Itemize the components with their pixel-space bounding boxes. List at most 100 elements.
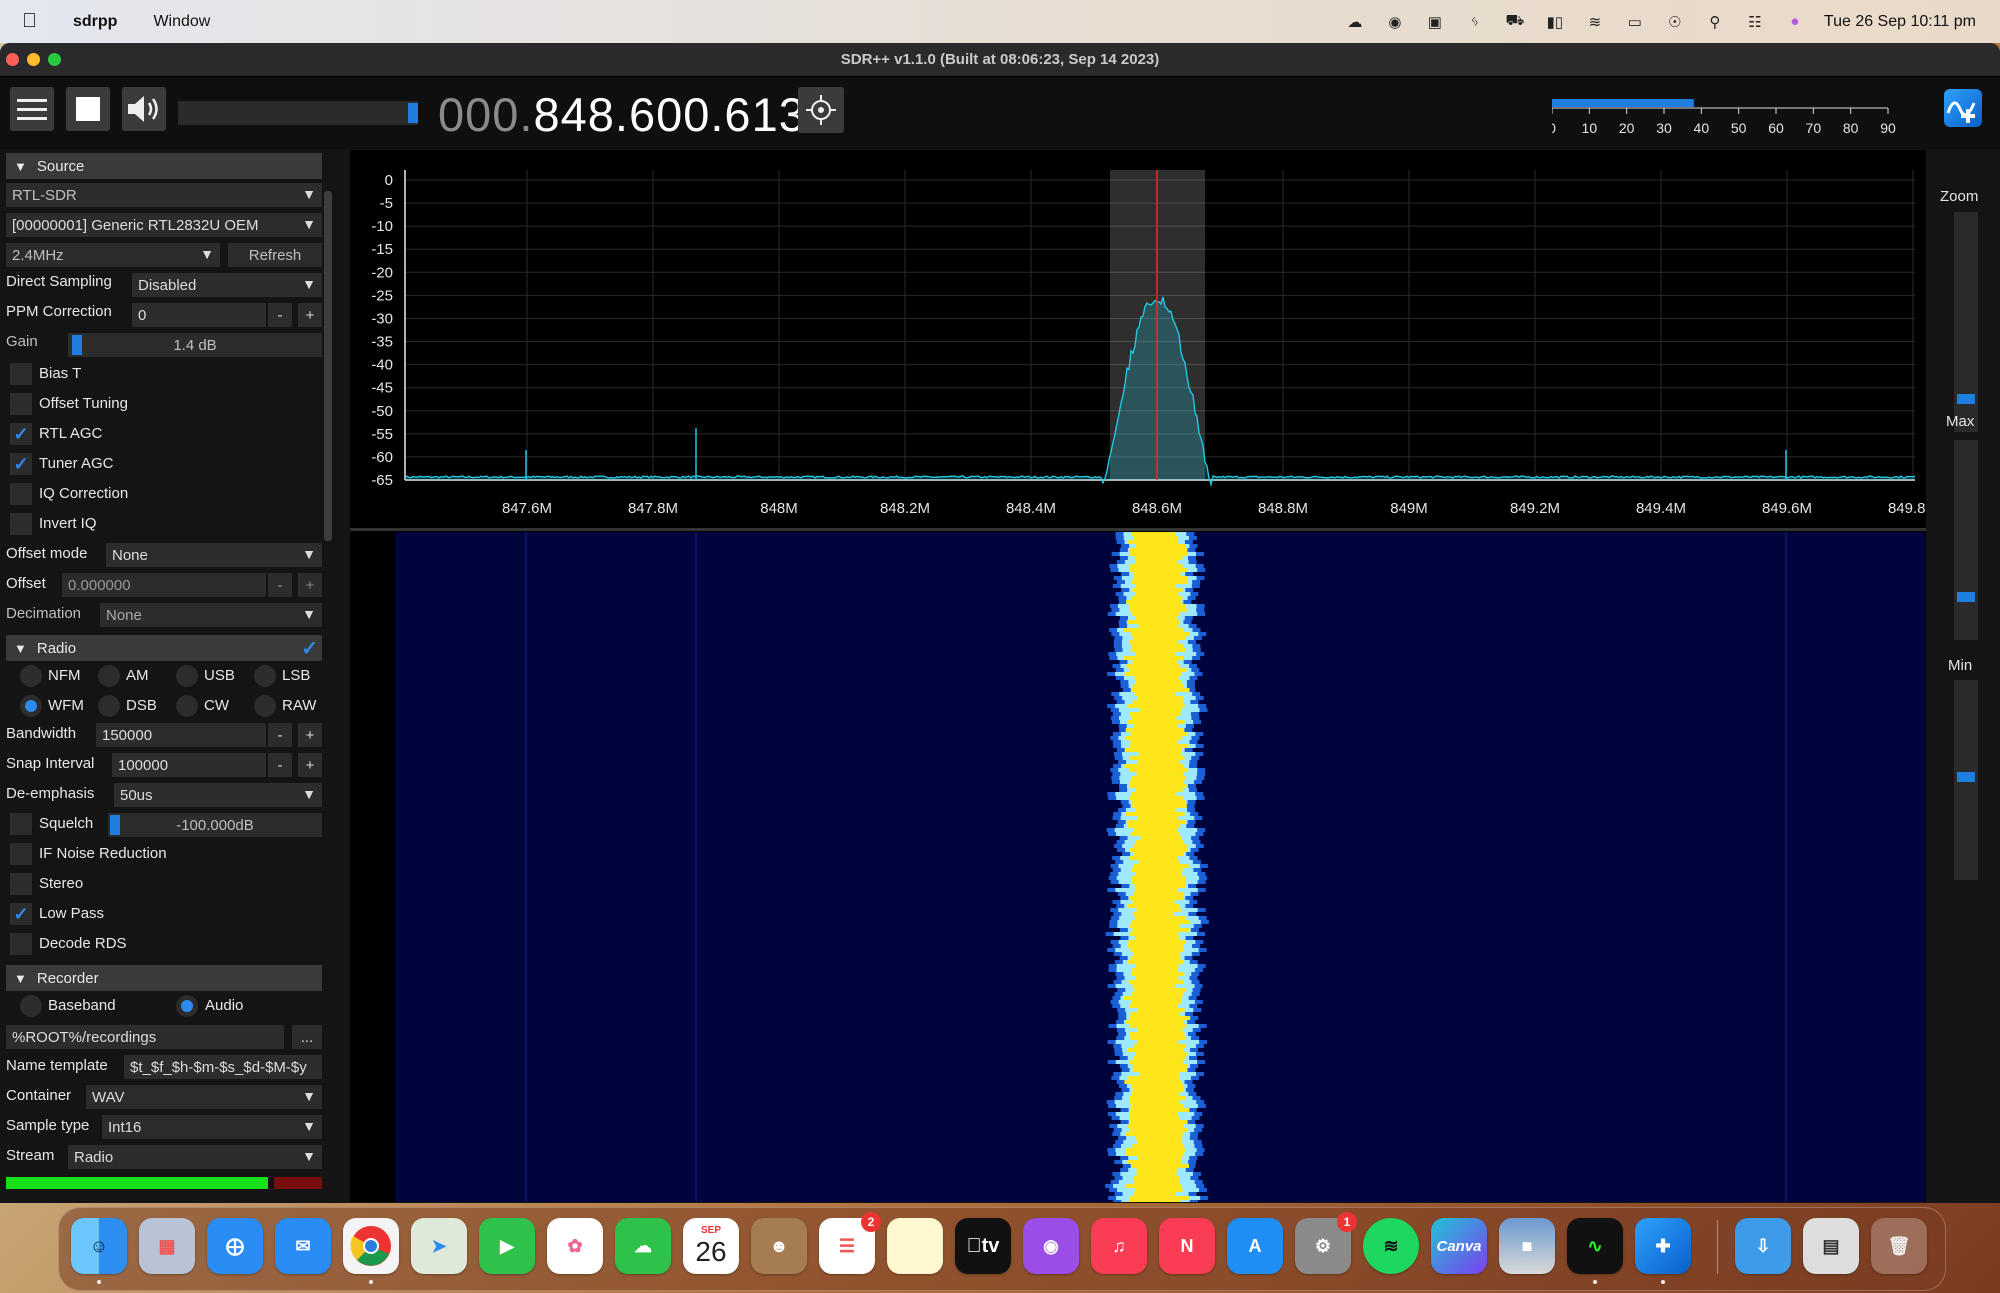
recording-path-input[interactable]: %ROOT%/recordings [6, 1025, 284, 1049]
zoom-slider[interactable] [1954, 212, 1978, 432]
downloads-folder-icon[interactable]: ⇩ [1735, 1218, 1791, 1274]
snap-decrement-button[interactable]: - [268, 753, 292, 777]
preview-icon[interactable]: ■ [1499, 1218, 1555, 1274]
samplerate-select[interactable]: 2.4MHz ▼ [6, 243, 220, 267]
source-section-header[interactable]: ▼ Source [6, 153, 322, 179]
container-select[interactable]: WAV ▼ [86, 1085, 322, 1109]
offset-tuning-checkbox[interactable] [10, 393, 32, 415]
center-tuning-button[interactable] [798, 87, 844, 133]
safari-icon[interactable]: ⨁ [207, 1218, 263, 1274]
facetime-icon[interactable]: ▶ [479, 1218, 535, 1274]
contacts-icon[interactable]: ☻ [751, 1218, 807, 1274]
creative-cloud-icon[interactable]: ☁ [1344, 13, 1366, 31]
screen-record-icon[interactable]: ▣ [1424, 13, 1446, 31]
activity-monitor-icon[interactable]: ∿ [1567, 1218, 1623, 1284]
bluetooth-icon[interactable]: ᛃ [1464, 13, 1486, 31]
grammarly-icon[interactable]: ◉ [1384, 13, 1406, 31]
bandwidth-decrement-button[interactable]: - [268, 723, 292, 747]
system-settings-icon[interactable]: ⚙ 1 [1295, 1212, 1357, 1274]
if-nr-checkbox[interactable] [10, 843, 32, 865]
stop-button[interactable] [66, 87, 110, 131]
gain-slider-knob[interactable] [72, 335, 82, 355]
frequency-display[interactable]: 000.848.600.613 [438, 87, 806, 142]
spectrum-display[interactable]: 0 -5 -10 -15 -20 -25 -30 -35 -40 -45 -50 -55 -60 -65 8… [350, 150, 1938, 1203]
apple-tv-icon[interactable]: tv [955, 1218, 1011, 1274]
mode-radio-lsb[interactable] [254, 665, 276, 687]
invert-iq-checkbox[interactable] [10, 513, 32, 535]
photos-icon[interactable]: ✿ [547, 1218, 603, 1274]
canva-icon[interactable]: Canva [1431, 1218, 1487, 1274]
menubar-clock[interactable]: Tue 26 Sep 10:11 pm [1824, 13, 1976, 31]
offset-input[interactable]: 0.000000 [62, 573, 266, 597]
window-titlebar[interactable]: SDR++ v1.1.0 (Built at 08:06:23, Sep 14 … [0, 43, 2000, 77]
name-template-input[interactable]: $t_$f_$h-$m-$s_$d-$M-$y [124, 1055, 322, 1079]
iq-correction-checkbox[interactable] [10, 483, 32, 505]
car-icon[interactable]: ⛟ [1504, 12, 1526, 31]
fft-waterfall-divider[interactable] [350, 528, 1926, 531]
device-select[interactable]: [00000001] Generic RTL2832U OEM ▼ [6, 213, 322, 237]
squelch-slider-knob[interactable] [110, 815, 120, 835]
mode-radio-raw[interactable] [254, 695, 276, 717]
reminders-icon[interactable]: ☰ 2 [819, 1212, 881, 1274]
stream-select[interactable]: Radio ▼ [68, 1145, 322, 1169]
chrome-icon[interactable] [343, 1218, 399, 1284]
mode-radio-dsb[interactable] [98, 695, 120, 717]
search-icon[interactable]: ⚲ [1704, 13, 1726, 31]
ppm-input[interactable]: 0 [132, 303, 266, 327]
mute-button[interactable] [122, 87, 166, 131]
mode-radio-cw[interactable] [176, 695, 198, 717]
sdrpp-dock-icon[interactable]: ✚ [1635, 1218, 1691, 1284]
podcasts-icon[interactable]: ◉ [1023, 1218, 1079, 1274]
snap-increment-button[interactable]: + [298, 753, 322, 777]
volume-slider[interactable] [178, 101, 418, 125]
zoom-button[interactable] [48, 53, 61, 66]
volume-slider-knob[interactable] [408, 103, 418, 123]
close-button[interactable] [6, 53, 19, 66]
radio-enabled-checkmark-icon[interactable]: ✓ [301, 636, 318, 661]
tuner-agc-checkbox[interactable]: ✓ [10, 453, 32, 475]
audio-radio[interactable] [176, 995, 198, 1017]
stereo-checkbox[interactable] [10, 873, 32, 895]
messages-icon[interactable]: ☁ [615, 1218, 671, 1274]
finder-icon[interactable]: ☺ [71, 1218, 127, 1284]
offset-increment-button[interactable]: + [298, 573, 322, 597]
gain-slider[interactable]: 1.4 dB [68, 333, 322, 357]
maps-icon[interactable]: ➤ [411, 1218, 467, 1274]
mode-radio-am[interactable] [98, 665, 120, 687]
app-menu[interactable]: sdrpp [73, 13, 117, 31]
min-slider[interactable] [1954, 680, 1978, 880]
notes-icon[interactable] [887, 1218, 943, 1274]
device-type-select[interactable]: RTL-SDR ▼ [6, 183, 322, 207]
refresh-button[interactable]: Refresh [228, 243, 322, 267]
mode-radio-wfm[interactable] [20, 695, 42, 717]
squelch-slider[interactable]: -100.000dB [108, 813, 322, 837]
rtl-agc-checkbox[interactable]: ✓ [10, 423, 32, 445]
mode-radio-usb[interactable] [176, 665, 198, 687]
radio-section-header[interactable]: ▼ Radio ✓ [6, 635, 322, 661]
snap-interval-input[interactable]: 100000 [112, 753, 266, 777]
zoom-slider-knob[interactable] [1957, 394, 1975, 404]
fft-waterfall-svg[interactable]: 0 -5 -10 -15 -20 -25 -30 -35 -40 -45 -50 -55 -60 -65 8… [350, 150, 1938, 1203]
siri-icon[interactable]: ● [1784, 13, 1806, 31]
bandwidth-increment-button[interactable]: + [298, 723, 322, 747]
trash-icon[interactable]: 🗑 [1871, 1218, 1927, 1274]
deemphasis-select[interactable]: 50us ▼ [114, 783, 322, 807]
minimize-button[interactable] [27, 53, 40, 66]
display-icon[interactable]: ▭ [1624, 13, 1646, 31]
bandwidth-input[interactable]: 150000 [96, 723, 266, 747]
max-slider-knob[interactable] [1957, 592, 1975, 602]
max-slider[interactable] [1954, 440, 1978, 640]
panel-scrollbar[interactable] [324, 191, 332, 541]
launchpad-icon[interactable]: ▦ [139, 1218, 195, 1274]
browse-button[interactable]: ... [292, 1025, 322, 1049]
offset-decrement-button[interactable]: - [268, 573, 292, 597]
squelch-checkbox[interactable] [10, 813, 32, 835]
control-center-icon[interactable]: ☷ [1744, 13, 1766, 31]
music-icon[interactable]: ♫ [1091, 1218, 1147, 1274]
rds-checkbox[interactable] [10, 933, 32, 955]
menu-button[interactable] [10, 87, 54, 131]
baseband-radio[interactable] [20, 995, 42, 1017]
recent-window-icon[interactable]: ▤ [1803, 1218, 1859, 1274]
sample-type-select[interactable]: Int16 ▼ [102, 1115, 322, 1139]
mail-icon[interactable]: ✉ [275, 1218, 331, 1274]
